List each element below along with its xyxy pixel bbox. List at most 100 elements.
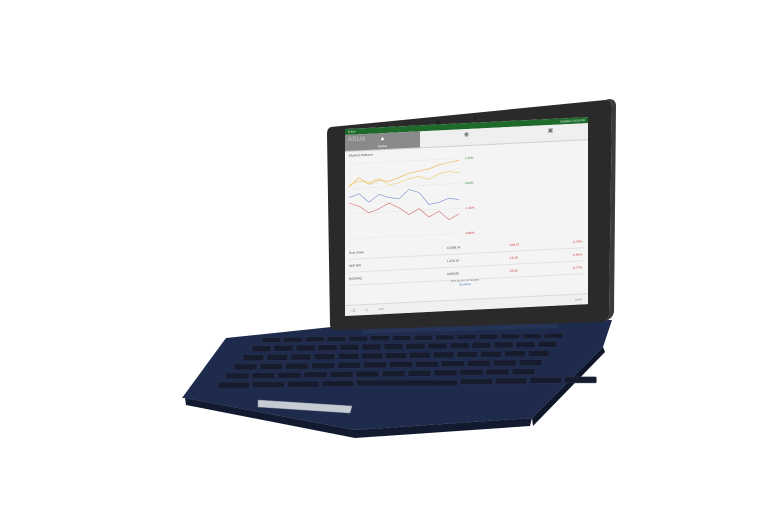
- keyboard-key: [337, 353, 360, 360]
- keyboard-key: [363, 361, 387, 369]
- index-name: NASDAQ: [349, 276, 362, 281]
- keyboard-key: [233, 363, 258, 371]
- keyboard-key: [283, 336, 303, 343]
- keyboard-key: [527, 350, 550, 357]
- keyboard-key: [544, 332, 564, 339]
- index-percent: -0.94%: [572, 252, 582, 257]
- index-value: 13,865.74: [447, 245, 461, 251]
- chart-icon: ▲: [379, 136, 386, 143]
- keyboard-key: [305, 336, 325, 343]
- keyboard-key: [295, 344, 316, 352]
- keyboard-key: [251, 372, 276, 379]
- keyboard-key: [504, 350, 526, 358]
- keyboard-key: [457, 334, 477, 340]
- keyboard-key: [564, 376, 597, 384]
- back-icon[interactable]: ◁: [351, 308, 355, 314]
- keyboard-key: [311, 362, 335, 369]
- keyboard-key: [415, 360, 439, 368]
- keyboard-key: [449, 342, 470, 349]
- tab-watch[interactable]: ◉: [429, 127, 504, 147]
- keyboard-key: [493, 341, 514, 349]
- keyboard-key: [413, 334, 433, 341]
- home-icon[interactable]: ⌂: [365, 307, 368, 313]
- keyboard-key: [433, 369, 458, 377]
- index-name: S&P 500: [349, 263, 361, 268]
- keyboard-key: [537, 341, 558, 348]
- briefcase-icon: ▣: [547, 127, 554, 135]
- keyboard-key: [356, 379, 458, 387]
- keyboard-key: [478, 333, 499, 340]
- keyboard-key: [217, 381, 250, 389]
- keyboard-key: [370, 335, 390, 342]
- keyboard-key: [500, 333, 520, 340]
- series-line: [349, 171, 460, 186]
- index-change: -109.37: [509, 242, 520, 247]
- recent-apps-icon[interactable]: ▭: [379, 306, 384, 312]
- index-value: 1,426.19: [447, 258, 459, 264]
- keyboard-key: [251, 345, 272, 352]
- keyboard-key: [242, 354, 265, 361]
- keyboard-key: [389, 361, 413, 368]
- keyboard-key: [273, 345, 294, 352]
- tab-portfolio[interactable]: ▣: [513, 123, 588, 143]
- keyboard-key: [317, 344, 338, 351]
- tablet-screen: K-line Updated 10:34 PM ▲ Market ◉ ▣ Mar…: [345, 117, 588, 316]
- front-camera: [436, 120, 440, 124]
- tab-market-label: Market: [377, 143, 388, 149]
- keyboard-key: [361, 343, 382, 351]
- keyboard-key: [460, 378, 493, 385]
- keyboard-key: [459, 369, 484, 376]
- keyboard-key: [529, 377, 562, 384]
- series-line: [349, 202, 460, 220]
- keyboard-key: [435, 334, 455, 341]
- keyboard-key: [381, 370, 406, 377]
- keyboard-key: [522, 333, 542, 339]
- keyboard-key: [405, 343, 426, 350]
- keyboard-key: [277, 371, 302, 379]
- keyboard-key: [290, 353, 312, 361]
- brand-logo: ASUS: [348, 137, 366, 143]
- y-tick-label: 0.00%: [465, 181, 474, 185]
- keyboard-key: [266, 354, 288, 361]
- keyboard-key: [385, 352, 407, 359]
- keyboard-key: [383, 343, 404, 350]
- keyboard-key: [329, 371, 354, 378]
- y-tick-label: 1.40%: [465, 156, 474, 160]
- clock: 10:34: [574, 297, 582, 302]
- keyboard-key: [471, 342, 492, 349]
- keyboard-key: [285, 362, 309, 370]
- keyboard-key: [480, 350, 502, 358]
- series-line: [349, 189, 460, 205]
- keyboard-key: [485, 368, 510, 376]
- y-tick-label: -2.80%: [465, 231, 475, 235]
- keyboard-key: [515, 341, 536, 348]
- keyboard-key: [337, 362, 361, 369]
- index-change: -13.48: [509, 255, 518, 260]
- keyboard-key: [518, 359, 543, 366]
- y-tick-label: -1.40%: [465, 206, 475, 210]
- disclaimer-link[interactable]: Disclaimer: [425, 281, 505, 289]
- keyboard-key: [348, 335, 368, 342]
- index-name: Dow Jones: [349, 250, 364, 255]
- index-value: 3,069.98: [447, 271, 459, 277]
- keyboard-key: [225, 372, 250, 380]
- keyboard-key: [409, 351, 431, 359]
- keyboard-key: [511, 368, 536, 375]
- keyboard-key: [252, 381, 285, 388]
- keyboard-key: [339, 344, 360, 351]
- bell-icon: ◉: [463, 131, 470, 139]
- light-sensor: [474, 117, 477, 120]
- keyboard-key: [259, 363, 284, 370]
- keyboard-key: [287, 380, 320, 388]
- keyboard-key: [321, 380, 354, 387]
- keyboard-key: [456, 351, 478, 358]
- keyboard-key: [355, 370, 380, 378]
- keyboard-key: [261, 337, 281, 343]
- keyboard-key: [467, 360, 491, 367]
- keyboard-key: [495, 377, 528, 385]
- keyboard-key: [361, 352, 383, 360]
- index-chart: 1.40% 0.00% -1.40% -2.80%: [349, 156, 475, 240]
- keyboard-key: [407, 370, 432, 377]
- index-percent: -0.79%: [572, 239, 582, 244]
- index-percent: -0.77%: [572, 265, 582, 270]
